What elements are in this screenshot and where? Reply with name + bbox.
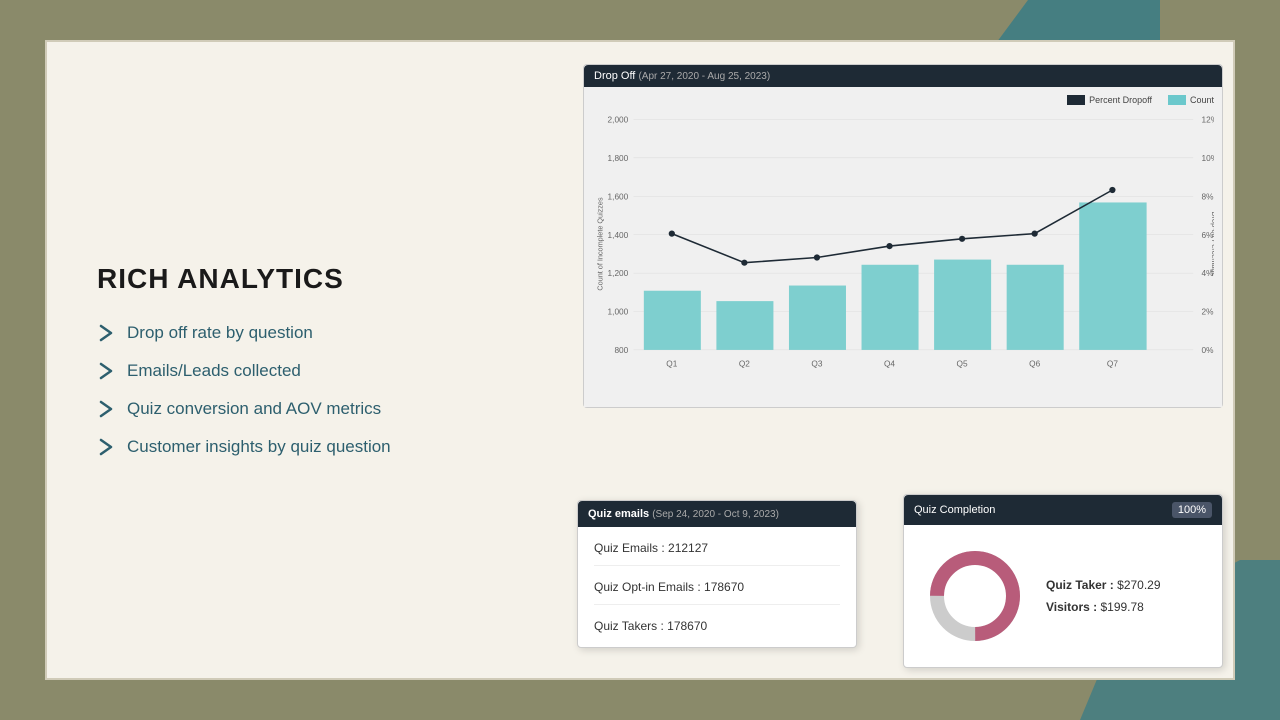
dot-q5 bbox=[959, 236, 965, 242]
dot-q3 bbox=[814, 254, 820, 260]
dropoff-title: Drop Off (Apr 27, 2020 - Aug 25, 2023) bbox=[594, 70, 770, 82]
bar-q4 bbox=[862, 265, 919, 350]
bullet-text: Drop off rate by question bbox=[127, 323, 313, 343]
legend-percent: Percent Dropoff bbox=[1067, 95, 1152, 105]
stat-quiz-taker-value: $270.29 bbox=[1117, 578, 1160, 592]
svg-text:10%: 10% bbox=[1202, 153, 1214, 163]
stat-visitors-label: Visitors : bbox=[1046, 600, 1100, 614]
chevron-icon bbox=[97, 400, 115, 418]
stat-quiz-emails: Quiz Emails : 212127 bbox=[594, 541, 840, 566]
stat-label-takers: Quiz Takers : bbox=[594, 619, 667, 633]
bullet-item: Quiz conversion and AOV metrics bbox=[97, 399, 517, 419]
quiz-emails-title: Quiz emails bbox=[588, 508, 649, 520]
svg-text:Q7: Q7 bbox=[1107, 359, 1118, 369]
chevron-icon bbox=[97, 438, 115, 456]
svg-text:Q6: Q6 bbox=[1029, 359, 1040, 369]
stat-visitors: Visitors : $199.78 bbox=[1046, 600, 1161, 614]
section-title: RICH ANALYTICS bbox=[97, 263, 517, 295]
dot-q4 bbox=[886, 243, 892, 249]
svg-text:Q4: Q4 bbox=[884, 359, 895, 369]
svg-text:2,000: 2,000 bbox=[608, 114, 629, 124]
left-panel: RICH ANALYTICS Drop off rate by question… bbox=[47, 42, 567, 678]
quiz-emails-body: Quiz Emails : 212127 Quiz Opt-in Emails … bbox=[578, 527, 856, 647]
svg-text:Q3: Q3 bbox=[811, 359, 822, 369]
donut-svg bbox=[920, 541, 1030, 651]
bullet-item: Customer insights by quiz question bbox=[97, 437, 517, 457]
svg-text:1,600: 1,600 bbox=[608, 191, 629, 201]
stat-label-emails: Quiz Emails : bbox=[594, 541, 668, 555]
bar-q1 bbox=[644, 291, 701, 350]
dot-q6 bbox=[1032, 231, 1038, 237]
stat-quiz-taker: Quiz Taker : $270.29 bbox=[1046, 578, 1161, 592]
right-panel: Drop Off (Apr 27, 2020 - Aug 25, 2023) P… bbox=[567, 42, 1233, 678]
quiz-emails-date: (Sep 24, 2020 - Oct 9, 2023) bbox=[652, 509, 779, 520]
bullet-text: Customer insights by quiz question bbox=[127, 437, 391, 457]
legend-count-label: Count bbox=[1190, 95, 1214, 105]
bar-q3 bbox=[789, 286, 846, 350]
svg-text:1,400: 1,400 bbox=[608, 230, 629, 240]
stat-value-optin: 178670 bbox=[704, 580, 744, 594]
stat-label-optin: Quiz Opt-in Emails : bbox=[594, 580, 704, 594]
legend-percent-label: Percent Dropoff bbox=[1089, 95, 1152, 105]
legend-color-percent bbox=[1067, 95, 1085, 105]
stat-optin-emails: Quiz Opt-in Emails : 178670 bbox=[594, 580, 840, 605]
svg-text:8%: 8% bbox=[1202, 191, 1214, 201]
dropoff-body: Percent Dropoff Count bbox=[584, 87, 1222, 407]
slide-container: RICH ANALYTICS Drop off rate by question… bbox=[45, 40, 1235, 680]
bar-q7 bbox=[1079, 202, 1146, 349]
bullet-text: Quiz conversion and AOV metrics bbox=[127, 399, 381, 419]
completion-pct-badge: 100% bbox=[1172, 502, 1212, 518]
quiz-emails-card: Quiz emails (Sep 24, 2020 - Oct 9, 2023)… bbox=[577, 500, 857, 648]
bullet-item: Emails/Leads collected bbox=[97, 361, 517, 381]
quiz-completion-body: Quiz Taker : $270.29 Visitors : $199.78 bbox=[904, 525, 1222, 667]
bullet-text: Emails/Leads collected bbox=[127, 361, 301, 381]
svg-text:0%: 0% bbox=[1202, 345, 1214, 355]
legend-color-count bbox=[1168, 95, 1186, 105]
quiz-completion-card: Quiz Completion 100% Quiz Taker : $270.2… bbox=[903, 494, 1223, 668]
dropoff-card: Drop Off (Apr 27, 2020 - Aug 25, 2023) P… bbox=[583, 64, 1223, 408]
legend-count: Count bbox=[1168, 95, 1214, 105]
chevron-icon bbox=[97, 362, 115, 380]
dot-q7 bbox=[1109, 187, 1115, 193]
bullet-item: Drop off rate by question bbox=[97, 323, 517, 343]
stat-visitors-value: $199.78 bbox=[1100, 600, 1143, 614]
stat-value-emails: 212127 bbox=[668, 541, 708, 555]
line-chart bbox=[672, 190, 1113, 263]
chart-legend: Percent Dropoff Count bbox=[592, 95, 1214, 105]
dropoff-header: Drop Off (Apr 27, 2020 - Aug 25, 2023) bbox=[584, 65, 1222, 87]
bullet-list: Drop off rate by question Emails/Leads co… bbox=[97, 323, 517, 457]
svg-text:Q5: Q5 bbox=[957, 359, 968, 369]
quiz-completion-header: Quiz Completion 100% bbox=[904, 495, 1222, 525]
dropoff-date: (Apr 27, 2020 - Aug 25, 2023) bbox=[638, 71, 770, 82]
svg-text:Drop-off Percentage: Drop-off Percentage bbox=[1210, 211, 1214, 276]
svg-text:800: 800 bbox=[614, 345, 628, 355]
svg-text:1,200: 1,200 bbox=[608, 268, 629, 278]
svg-text:Count of Incomplete Quizzes: Count of Incomplete Quizzes bbox=[595, 197, 604, 291]
completion-stats: Quiz Taker : $270.29 Visitors : $199.78 bbox=[1046, 578, 1161, 614]
stat-quiz-takers: Quiz Takers : 178670 bbox=[594, 619, 840, 633]
dot-q2 bbox=[741, 260, 747, 266]
quiz-emails-header: Quiz emails (Sep 24, 2020 - Oct 9, 2023) bbox=[578, 501, 856, 527]
svg-text:1,000: 1,000 bbox=[608, 307, 629, 317]
svg-text:Q1: Q1 bbox=[666, 359, 677, 369]
dropoff-chart-svg: 2,000 1,800 1,600 1,400 1,200 1,000 800 … bbox=[592, 109, 1214, 379]
bar-q2 bbox=[716, 301, 773, 350]
svg-text:12%: 12% bbox=[1202, 114, 1214, 124]
bar-q5 bbox=[934, 260, 991, 350]
dot-q1 bbox=[669, 231, 675, 237]
bar-q6 bbox=[1007, 265, 1064, 350]
chevron-icon bbox=[97, 324, 115, 342]
svg-text:2%: 2% bbox=[1202, 307, 1214, 317]
stat-quiz-taker-label: Quiz Taker : bbox=[1046, 578, 1117, 592]
quiz-completion-title: Quiz Completion bbox=[914, 504, 995, 516]
svg-text:Q2: Q2 bbox=[739, 359, 750, 369]
stat-value-takers: 178670 bbox=[667, 619, 707, 633]
svg-text:1,800: 1,800 bbox=[608, 153, 629, 163]
